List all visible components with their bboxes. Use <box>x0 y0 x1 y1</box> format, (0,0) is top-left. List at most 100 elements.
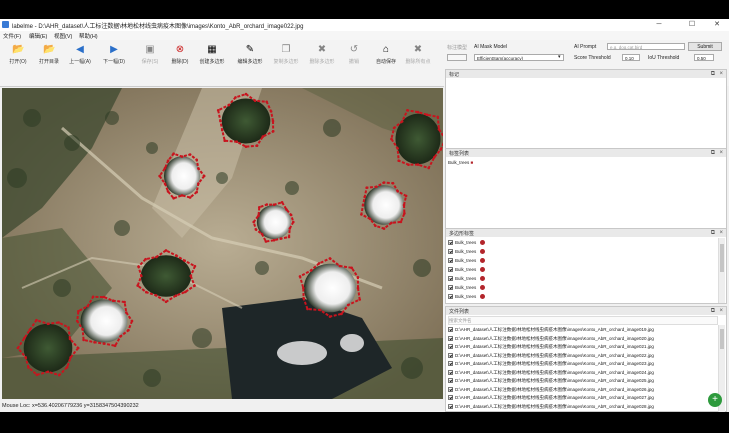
file-done-checkbox[interactable] <box>448 395 453 401</box>
scrollbar-thumb[interactable] <box>720 329 724 349</box>
polygon-vertex[interactable] <box>180 155 184 158</box>
polygon-vertex[interactable] <box>433 156 436 159</box>
file-list-item[interactable]: D:\AHR_dataset\人工标注数据\林地松材线虫病疫木图像\images… <box>448 352 716 359</box>
menu-edit[interactable]: 编辑(E) <box>29 32 47 40</box>
polygon-vertex[interactable] <box>360 213 363 216</box>
polygon-vertex[interactable] <box>272 203 276 206</box>
polygon-vertex[interactable] <box>416 110 420 114</box>
polygon-vertex[interactable] <box>253 99 257 102</box>
file-done-checkbox[interactable] <box>448 335 453 341</box>
polygon-vertex[interactable] <box>407 163 410 166</box>
copy-polygon-button[interactable]: ❐ 复制多边形 <box>270 44 302 72</box>
polygon-vertex[interactable] <box>392 126 396 130</box>
polygon-vertex[interactable] <box>28 328 32 332</box>
polygon-vertex[interactable] <box>65 365 69 369</box>
polygon-vertex[interactable] <box>140 274 143 278</box>
polygon-vertex[interactable] <box>271 119 275 123</box>
polygon-vertex[interactable] <box>174 294 178 297</box>
polygon-vertex[interactable] <box>172 197 175 200</box>
polygon-vertex[interactable] <box>57 373 61 377</box>
minimize-button[interactable]: ─ <box>648 19 670 31</box>
file-list-item[interactable]: D:\AHR_dataset\人工标注数据\林地松材线虫病疫木图像\images… <box>448 377 716 384</box>
clear-points-button[interactable]: ✖ 删除所有点 <box>402 44 434 72</box>
panel-close-icon[interactable]: × <box>719 307 723 315</box>
polygon-vertex[interactable] <box>402 203 406 207</box>
polygon-vertex[interactable] <box>16 346 20 350</box>
polygon-vertex[interactable] <box>136 284 139 287</box>
polygon-vertex[interactable] <box>111 299 115 302</box>
save-button[interactable]: ▣ 保存(S) <box>134 44 166 72</box>
delete-polygon-button[interactable]: ✖ 删除多边形 <box>306 44 338 72</box>
polygon-vertex[interactable] <box>163 182 167 185</box>
polygon-vertex[interactable] <box>280 201 284 204</box>
polygon-vertex[interactable] <box>35 373 39 377</box>
ai-prompt-input[interactable]: e.g. dog,cat,bird <box>607 43 685 50</box>
polygon-vertex[interactable] <box>195 190 198 194</box>
polygon-vertex[interactable] <box>425 113 429 116</box>
polygon-label-item[interactable]: Bulk_trees <box>448 293 486 300</box>
polygon-vertex[interactable] <box>234 96 237 99</box>
polygon-vertex[interactable] <box>318 308 322 312</box>
polygon-vertex[interactable] <box>340 312 343 316</box>
panel-float-icon[interactable]: ⧉ <box>711 229 715 237</box>
next-arrow-button[interactable]: ▶ 下一幅(D) <box>98 44 130 72</box>
image-canvas[interactable] <box>2 88 443 399</box>
file-done-checkbox[interactable] <box>448 352 453 358</box>
polygon-vertex[interactable] <box>439 148 443 151</box>
polygon-vertex[interactable] <box>258 206 261 209</box>
polygon-vertex[interactable] <box>255 144 259 147</box>
polygon-vertex[interactable] <box>23 336 26 340</box>
polygon-vertex[interactable] <box>404 194 408 198</box>
polygon-vertex[interactable] <box>396 147 399 150</box>
floating-add-button[interactable]: + <box>708 393 722 407</box>
polygon-vertex[interactable] <box>374 224 377 228</box>
polygon-vertex[interactable] <box>102 295 106 299</box>
polygon-vertex[interactable] <box>164 249 168 252</box>
polygon-vertex[interactable] <box>264 240 268 243</box>
polygon-vertex[interactable] <box>102 342 106 345</box>
polygon-vertex[interactable] <box>306 307 309 311</box>
polygon-vertex[interactable] <box>183 259 186 262</box>
file-done-checkbox[interactable] <box>448 378 453 384</box>
polygon-label-item[interactable]: Bulk_trees <box>448 248 486 255</box>
polygon-vertex[interactable] <box>328 257 332 260</box>
polygon-vertex[interactable] <box>175 254 178 257</box>
polygon-vertex[interactable] <box>244 145 248 148</box>
panel-float-icon[interactable]: ⧉ <box>711 149 715 157</box>
polygon-vertex[interactable] <box>154 294 158 297</box>
polygon-vertex[interactable] <box>166 190 170 193</box>
polygon-vertex[interactable] <box>145 290 148 294</box>
polygon-vertex[interactable] <box>382 227 386 230</box>
polygon-vertex[interactable] <box>220 128 224 132</box>
polygon-vertex[interactable] <box>130 319 134 323</box>
polygon-vertex[interactable] <box>272 238 276 242</box>
polygon-vertex[interactable] <box>244 92 248 96</box>
panel-float-icon[interactable]: ⧉ <box>711 70 715 78</box>
polygon-vertex[interactable] <box>358 298 362 301</box>
menu-view[interactable]: 视图(V) <box>54 32 72 40</box>
polygon-vertex[interactable] <box>180 194 184 197</box>
polygon-vertex[interactable] <box>82 338 85 342</box>
polygon-vertex[interactable] <box>390 137 393 141</box>
polygon-vertex[interactable] <box>119 335 122 338</box>
polygon-vertex[interactable] <box>302 286 305 290</box>
polygon-vertex[interactable] <box>158 174 161 178</box>
polygon-vertex[interactable] <box>202 174 206 178</box>
polygon-vertex[interactable] <box>365 186 369 189</box>
submit-button[interactable]: Submit <box>688 42 722 51</box>
scrollbar-thumb[interactable] <box>720 244 724 272</box>
polygon-vertex[interactable] <box>197 182 200 185</box>
menu-file[interactable]: 文件(F) <box>3 32 21 40</box>
polygon-vertex[interactable] <box>75 319 79 323</box>
polygon-vertex[interactable] <box>279 237 283 240</box>
polygon-vertex[interactable] <box>287 235 291 239</box>
polygon-vertex[interactable] <box>35 318 38 322</box>
polygon-vertex[interactable] <box>397 159 401 162</box>
panel-close-icon[interactable]: × <box>719 229 723 237</box>
file-list-item[interactable]: D:\AHR_dataset\人工标注数据\林地松材线虫病疫木图像\images… <box>448 386 716 393</box>
visibility-checkbox[interactable] <box>448 294 453 300</box>
polygon-vertex[interactable] <box>144 257 147 261</box>
polygon-vertex[interactable] <box>76 346 80 350</box>
prev-arrow-button[interactable]: ◀ 上一幅(A) <box>64 44 96 72</box>
polygon-vertex[interactable] <box>197 167 200 170</box>
